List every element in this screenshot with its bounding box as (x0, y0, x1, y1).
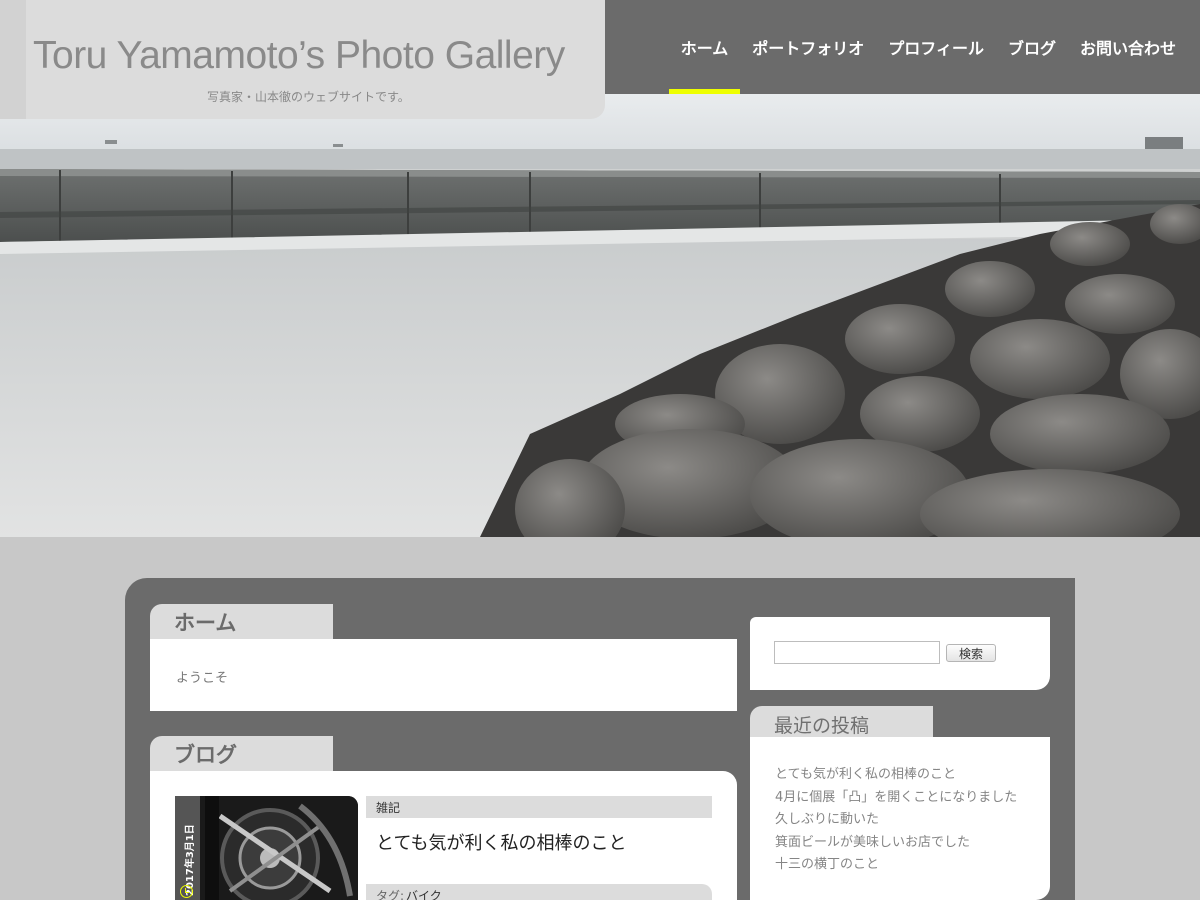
blog-section-heading: ブログ (150, 736, 333, 772)
recent-post-link[interactable]: 4月に個展「凸」を開くことになりました (775, 787, 1017, 810)
header-photo (0, 94, 1200, 537)
tags-label: タグ: (376, 888, 405, 900)
tag-link[interactable]: バイク (406, 887, 442, 900)
recent-post-link[interactable]: とても気が利く私の相棒のこと (775, 764, 1017, 787)
nav-item-profile[interactable]: プロフィール (876, 0, 996, 94)
post-thumbnail[interactable] (200, 796, 358, 900)
main-menu: ホーム ポートフォリオ プロフィール ブログ お問い合わせ (668, 0, 1188, 94)
nav-link-profile[interactable]: プロフィール (888, 35, 984, 59)
recent-post-link[interactable]: 久しぶりに動いた (775, 809, 1017, 832)
recent-post-link[interactable]: 十三の横丁のこと (775, 854, 1017, 877)
post-title[interactable]: とても気が利く私の相棒のこと (376, 829, 627, 855)
nav-item-blog[interactable]: ブログ (996, 0, 1068, 94)
post-tags: タグ: バイク (366, 884, 712, 900)
nav-item-contact[interactable]: お問い合わせ (1068, 0, 1188, 94)
nav-link-home[interactable]: ホーム (681, 35, 729, 59)
motorcycle-photo (200, 796, 358, 900)
nav-link-portfolio[interactable]: ポートフォリオ (752, 35, 864, 59)
clock-icon (180, 885, 193, 898)
main-content-panel: ホーム ようこそ ブログ 2017年3月1日 雑記 とても気が利く私の相棒のこと… (125, 578, 1075, 900)
post-category[interactable]: 雑記 (366, 796, 712, 818)
blog-post-card[interactable]: 2017年3月1日 雑記 とても気が利く私の相棒のこと タグ: バイク (175, 796, 712, 900)
recent-posts-list: とても気が利く私の相棒のこと 4月に個展「凸」を開くことになりました 久しぶりに… (775, 764, 1017, 877)
search-widget: 検索 (750, 617, 1050, 690)
blog-section: 2017年3月1日 雑記 とても気が利く私の相棒のこと タグ: バイク (150, 771, 737, 900)
post-date-strip: 2017年3月1日 (175, 796, 200, 900)
site-description: 写真家・山本徹のウェブサイトです。 (207, 90, 410, 104)
search-input[interactable] (774, 641, 940, 664)
recent-post-link[interactable]: 箕面ビールが美味しいお店でした (775, 832, 1017, 855)
nav-link-blog[interactable]: ブログ (1008, 35, 1056, 59)
welcome-text: ようこそ (176, 671, 229, 686)
search-button[interactable]: 検索 (946, 644, 996, 662)
nav-item-home[interactable]: ホーム (668, 0, 741, 94)
home-section-heading: ホーム (150, 604, 333, 640)
site-branding: Toru Yamamoto’s Photo Gallery 写真家・山本徹のウェ… (0, 0, 605, 119)
site-title[interactable]: Toru Yamamoto’s Photo Gallery (33, 34, 565, 78)
nav-link-contact[interactable]: お問い合わせ (1080, 35, 1176, 59)
breakwater-sea-photo (0, 94, 1200, 537)
recent-posts-widget: とても気が利く私の相棒のこと 4月に個展「凸」を開くことになりました 久しぶりに… (750, 737, 1050, 900)
nav-item-portfolio[interactable]: ポートフォリオ (740, 0, 876, 94)
home-section: ようこそ (150, 639, 737, 711)
top-navigation-bar: ホーム ポートフォリオ プロフィール ブログ お問い合わせ (581, 0, 1200, 94)
